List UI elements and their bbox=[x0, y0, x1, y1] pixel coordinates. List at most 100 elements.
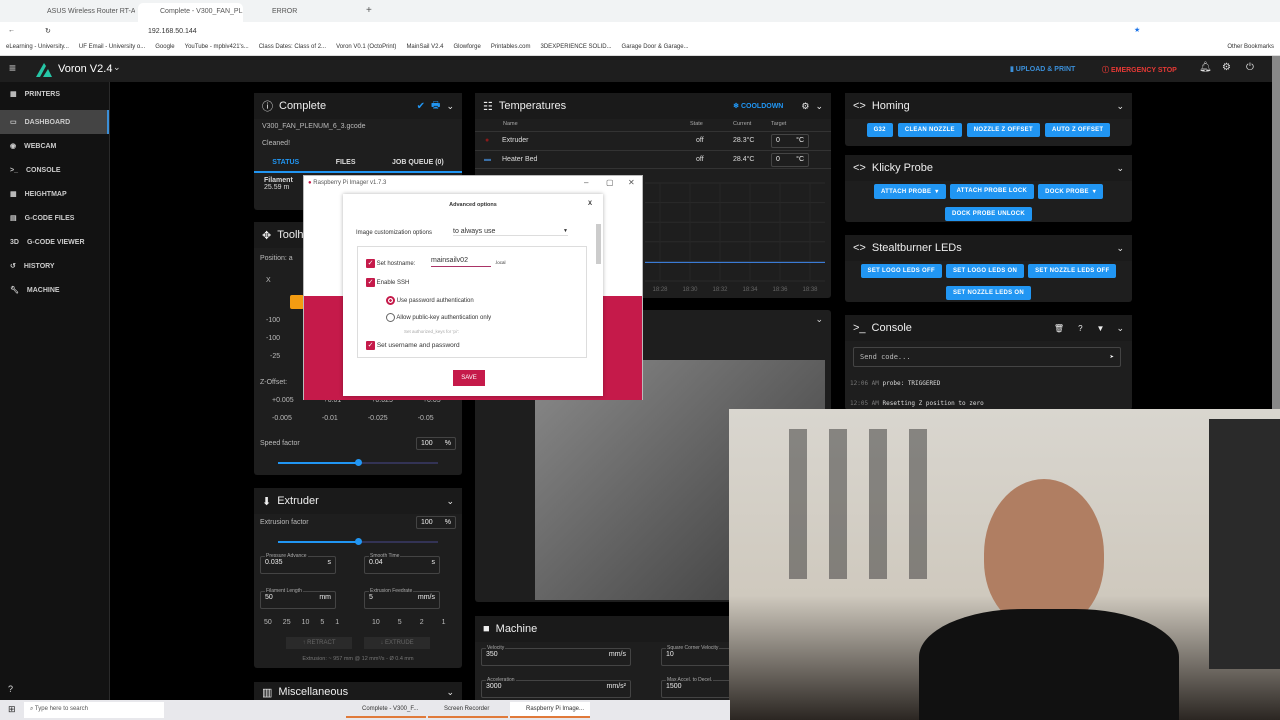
speed-factor-input[interactable]: 100 % bbox=[416, 437, 456, 450]
retract-button[interactable]: ↑ RETRACT bbox=[286, 637, 352, 649]
velocity-input[interactable]: Velocity 350 mm/s bbox=[481, 645, 631, 666]
bookmark[interactable]: Google bbox=[155, 44, 174, 53]
bookmark[interactable]: Printables.com bbox=[491, 44, 531, 53]
length-preset[interactable]: 1 bbox=[335, 619, 339, 626]
scv-input[interactable]: Square Corner Velocity 10 bbox=[661, 645, 731, 666]
help-icon[interactable]: ? bbox=[8, 684, 13, 694]
userpass-checkbox[interactable]: ✓ bbox=[366, 341, 375, 350]
bookmark[interactable]: YouTube - mpbiv421's... bbox=[185, 44, 249, 53]
browser-tab-active[interactable]: Complete - V300_FAN_PLENUM_6 bbox=[138, 3, 243, 22]
sidebar-item-dashboard[interactable]: ▭ DASHBOARD bbox=[0, 110, 109, 134]
z-up-button[interactable]: +0.005 bbox=[272, 397, 294, 404]
bell-icon[interactable]: 🔔︎ bbox=[1199, 62, 1212, 73]
decel-input[interactable]: Max Accel. to Decel. 1500 bbox=[661, 677, 731, 698]
back-icon[interactable]: ← bbox=[8, 27, 15, 34]
pubkey-auth-radio[interactable]: Allow public-key authentication only bbox=[386, 313, 491, 322]
save-button[interactable]: SAVE bbox=[453, 370, 485, 386]
maximize-icon[interactable]: ▢ bbox=[606, 178, 614, 187]
nozzle-leds-off-button[interactable]: SET NOZZLE LEDS OFF bbox=[1028, 264, 1117, 278]
extrude-button[interactable]: ↓ EXTRUDE bbox=[364, 637, 430, 649]
help-icon[interactable]: ? bbox=[1078, 324, 1082, 333]
dialog-close-icon[interactable]: X bbox=[588, 201, 592, 207]
pressure-advance-input[interactable]: Pressure Advance 0.035 s bbox=[260, 553, 336, 574]
target-input[interactable]: 0 °C bbox=[771, 153, 809, 167]
filter-icon[interactable]: ▼ bbox=[1097, 324, 1105, 333]
sidebar-item-machine[interactable]: 🔧︎ MACHINE bbox=[0, 278, 109, 302]
chevron-down-icon[interactable]: ⌄ bbox=[446, 101, 454, 112]
sidebar-item-heightmap[interactable]: ▦ HEIGHTMAP bbox=[0, 182, 109, 206]
bookmark[interactable]: eLearning - University... bbox=[6, 44, 69, 53]
smooth-time-input[interactable]: Smooth Time 0.04 s bbox=[364, 553, 440, 574]
home-button[interactable] bbox=[290, 295, 304, 309]
bookmark[interactable]: MainSail V2.4 bbox=[406, 44, 443, 53]
logo-leds-on-button[interactable]: SET LOGO LEDS ON bbox=[945, 264, 1025, 278]
filament-length-input[interactable]: Filament Length 50 mm bbox=[260, 588, 336, 609]
sidebar-item-gcode-viewer[interactable]: 3D G-CODE VIEWER bbox=[0, 230, 109, 254]
close-icon[interactable]: ✕ bbox=[628, 178, 635, 187]
extrusion-slider[interactable] bbox=[278, 538, 438, 545]
console-input[interactable]: Send code... ➤ bbox=[853, 347, 1121, 367]
send-icon[interactable]: ➤ bbox=[1110, 353, 1114, 361]
emergency-stop-button[interactable]: ⓘ EMERGENCY STOP bbox=[1102, 65, 1177, 75]
chevron-down-icon[interactable]: ⌄ bbox=[113, 62, 121, 73]
chevron-down-icon[interactable]: ⌄ bbox=[1116, 101, 1124, 112]
chevron-down-icon[interactable]: ⌄ bbox=[1116, 243, 1124, 254]
taskbar-app[interactable]: Complete - V300_F... bbox=[346, 702, 426, 718]
move-y-minus-100[interactable]: -100 bbox=[266, 335, 280, 342]
tab-job-queue[interactable]: JOB QUEUE (0) bbox=[392, 159, 444, 166]
gear-icon[interactable]: ⚙ bbox=[801, 101, 809, 112]
browser-tab[interactable]: ASUS Wireless Router RT-AX55 bbox=[25, 3, 135, 22]
scrollbar[interactable] bbox=[1272, 56, 1280, 410]
length-preset[interactable]: 50 bbox=[264, 619, 272, 626]
dock-probe-unlock-button[interactable]: DOCK PROBE UNLOCK bbox=[944, 207, 1033, 221]
upload-print-button[interactable]: ▮ UPLOAD & PRINT bbox=[1010, 65, 1075, 73]
taskbar-app-active[interactable]: Raspberry Pi Image... bbox=[510, 702, 590, 718]
bookmark[interactable]: UF Email - University o... bbox=[79, 44, 145, 53]
bookmark-star-icon[interactable]: ★ bbox=[1134, 26, 1140, 34]
auto-z-offset-button[interactable]: AUTO Z OFFSET bbox=[1044, 123, 1111, 137]
other-bookmarks[interactable]: Other Bookmarks bbox=[1227, 44, 1274, 53]
move-x-minus-100[interactable]: -100 bbox=[266, 317, 280, 324]
taskbar-search[interactable]: ⌕ Type here to search bbox=[24, 702, 164, 718]
bookmark[interactable]: Glowforge bbox=[453, 44, 480, 53]
cooldown-button[interactable]: ❄ COOLDOWN bbox=[733, 102, 783, 110]
url-input[interactable]: 192.168.50.144 bbox=[148, 28, 197, 35]
gear-icon[interactable]: ⚙ bbox=[1222, 62, 1231, 73]
power-icon[interactable]: ⏻ bbox=[1246, 62, 1254, 73]
length-preset[interactable]: 10 bbox=[302, 619, 310, 626]
z-down-button[interactable]: -0.025 bbox=[368, 415, 388, 422]
bookmark[interactable]: Garage Door & Garage... bbox=[622, 44, 689, 53]
z-down-button[interactable]: -0.005 bbox=[272, 415, 292, 422]
reload-icon[interactable]: ↻ bbox=[45, 27, 51, 35]
feed-preset[interactable]: 2 bbox=[420, 619, 424, 626]
move-z-minus-25[interactable]: -25 bbox=[270, 353, 280, 360]
feed-preset[interactable]: 10 bbox=[372, 619, 380, 626]
password-auth-radio[interactable]: Use password authentication bbox=[386, 296, 474, 305]
attach-probe-lock-button[interactable]: ATTACH PROBE LOCK bbox=[949, 184, 1035, 199]
chevron-down-icon[interactable]: ⌄ bbox=[446, 496, 454, 507]
z-down-button[interactable]: -0.05 bbox=[418, 415, 434, 422]
chevron-down-icon[interactable]: ⌄ bbox=[1116, 163, 1124, 174]
chevron-down-icon[interactable]: ⌄ bbox=[815, 101, 823, 112]
target-input[interactable]: 0 °C bbox=[771, 134, 809, 148]
clean-icon[interactable]: ✔ bbox=[417, 101, 425, 112]
ssh-checkbox[interactable]: ✓ bbox=[366, 278, 375, 287]
feed-preset[interactable]: 5 bbox=[398, 619, 402, 626]
length-preset[interactable]: 25 bbox=[283, 619, 291, 626]
speed-slider[interactable] bbox=[278, 459, 438, 466]
misc-header[interactable]: ▥ Miscellaneous ⌄ bbox=[254, 682, 462, 702]
hostname-checkbox[interactable]: ✓ bbox=[366, 259, 375, 268]
taskbar-app[interactable]: Screen Recorder bbox=[428, 702, 508, 718]
feed-preset[interactable]: 1 bbox=[442, 619, 446, 626]
chevron-down-icon[interactable]: ⌄ bbox=[1116, 323, 1124, 334]
sidebar-item-gcode-files[interactable]: ▤ G-CODE FILES bbox=[0, 206, 109, 230]
g32-button[interactable]: G32 bbox=[866, 123, 893, 137]
bookmark[interactable]: Class Dates: Class of 2... bbox=[259, 44, 326, 53]
printer-name[interactable]: Voron V2.4 bbox=[58, 63, 112, 75]
dialog-scrollbar[interactable] bbox=[596, 224, 601, 264]
logo-leds-off-button[interactable]: SET LOGO LEDS OFF bbox=[860, 264, 942, 278]
acceleration-input[interactable]: Acceleration 3000 mm/s² bbox=[481, 677, 631, 698]
clean-nozzle-button[interactable]: CLEAN NOZZLE bbox=[897, 123, 962, 137]
new-tab-icon[interactable]: + bbox=[366, 5, 372, 16]
sidebar-item-console[interactable]: >_ CONSOLE bbox=[0, 158, 109, 182]
